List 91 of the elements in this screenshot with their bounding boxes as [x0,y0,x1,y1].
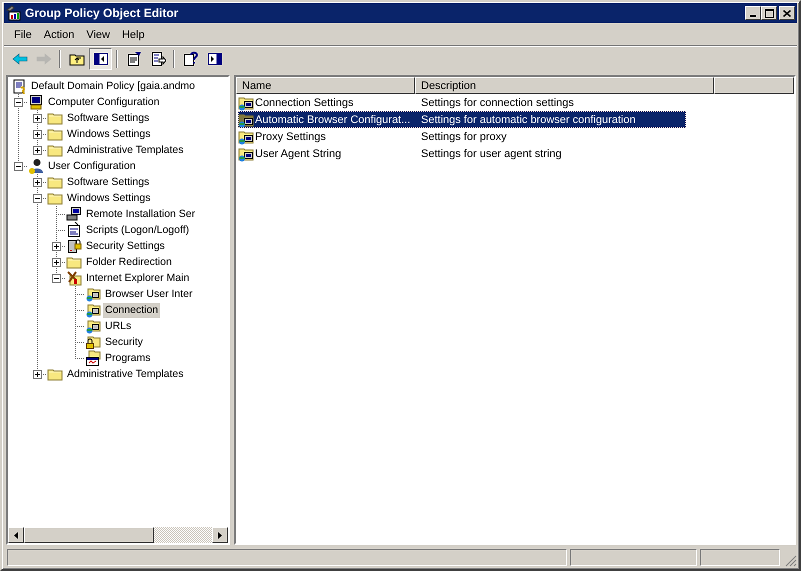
scroll-left-button[interactable] [8,527,24,543]
lock-document-icon [66,238,82,254]
tree-item[interactable]: Windows Settings [65,126,152,142]
monitor-icon [66,206,82,222]
tree-item[interactable]: Internet Explorer Main [84,270,192,286]
expander-button[interactable] [33,130,42,139]
item-description: Settings for connection settings [420,96,574,108]
tree-item[interactable]: Programs [103,350,153,366]
folder-globe-icon [85,318,101,334]
expander-button[interactable] [33,146,42,155]
item-name: Proxy Settings [255,130,326,142]
plus-icon [52,258,61,267]
close-button[interactable] [779,6,795,20]
help-icon [182,51,198,67]
expander-button[interactable] [14,162,23,171]
tools-icon [66,270,82,286]
document-icon [66,222,82,238]
expander-button[interactable] [33,178,42,187]
plus-icon [52,242,61,251]
folder-globe-icon [238,128,254,144]
tree-item[interactable]: Connection [103,302,160,318]
window-icon [85,350,101,366]
tree-item[interactable]: Remote Installation Ser [84,206,198,222]
tree-item[interactable]: Software Settings [65,174,152,190]
folder-globe-icon [238,94,254,110]
tree-item[interactable]: Windows Settings [65,190,152,206]
tree-item[interactable]: URLs [103,318,134,334]
tree-item[interactable]: Administrative Templates [65,142,186,158]
list-row[interactable]: Connection Settings Settings for connection settings [238,94,686,111]
right-arrow-icon [36,51,52,67]
folder-globe-icon [238,112,254,128]
maximize-icon [764,8,774,18]
tree-item[interactable]: Default Domain Policy [gaia.andmo [29,78,198,94]
expander-button[interactable] [52,258,61,267]
left-panel-icon [92,51,108,67]
menu-item[interactable]: Help [116,27,151,43]
item-name: User Agent String [255,148,342,160]
menu-item[interactable]: Action [38,27,80,43]
tree-item[interactable]: Software Settings [65,110,152,126]
app-icon [6,5,22,21]
folder-globe-icon [238,146,254,162]
tree-item[interactable]: Scripts (Logon/Logoff) [84,222,192,238]
plus-icon [33,114,42,123]
item-name: Automatic Browser Configurat... [255,114,410,126]
close-icon [783,10,791,16]
tree-item[interactable]: Administrative Templates [65,366,186,382]
scroll-icon [11,78,27,94]
list-row[interactable]: Proxy Settings Settings for proxy [238,128,686,145]
menu-item[interactable]: File [8,27,38,43]
maximize-button[interactable] [761,6,777,20]
left-arrow-icon [12,51,28,67]
list-row[interactable]: Automatic Browser Configurat... Settings for automatic browser configuration [238,111,686,128]
user-icon [28,158,44,174]
tree-item[interactable]: Browser User Inter [103,286,195,302]
computer-icon [28,94,44,110]
plus-icon [33,130,42,139]
tree-item[interactable]: Folder Redirection [84,254,174,270]
scroll-right-button[interactable] [212,527,228,543]
item-name: Connection Settings [255,96,354,108]
tree-item[interactable]: User Configuration [46,158,138,174]
scrollbar-thumb[interactable] [24,527,154,543]
tree-item[interactable]: Security Settings [84,238,167,254]
item-description: Settings for automatic browser configuration [420,114,636,126]
item-description: Settings for user agent string [420,148,562,160]
expander-button[interactable] [52,242,61,251]
properties-icon [126,51,142,67]
tree-item[interactable]: Computer Configuration [46,94,162,110]
folder-globe-icon [85,302,101,318]
plus-icon [33,178,42,187]
tree-item[interactable]: Security [103,334,145,350]
export-icon [150,51,166,67]
folder-globe-icon [85,286,101,302]
right-arrow-icon [218,532,222,538]
expander-button[interactable] [33,370,42,379]
left-arrow-icon [14,532,18,538]
item-description: Settings for proxy [420,130,507,142]
plus-icon [33,146,42,155]
expander-button[interactable] [33,194,42,203]
expander-button[interactable] [52,274,61,283]
list-row[interactable]: User Agent String Settings for user agent string [238,145,686,162]
resize-grip[interactable] [785,555,797,567]
tree-pane-button[interactable] [89,48,112,70]
window-title: Group Policy Object Editor [25,6,180,20]
column-header[interactable]: Name [236,77,415,94]
expander-button[interactable] [14,98,23,107]
plus-icon [33,370,42,379]
minimize-button[interactable] [745,6,761,20]
column-header[interactable]: Description [415,77,714,94]
right-panel-icon [206,51,222,67]
expander-button[interactable] [33,114,42,123]
menu-item[interactable]: View [80,27,116,43]
